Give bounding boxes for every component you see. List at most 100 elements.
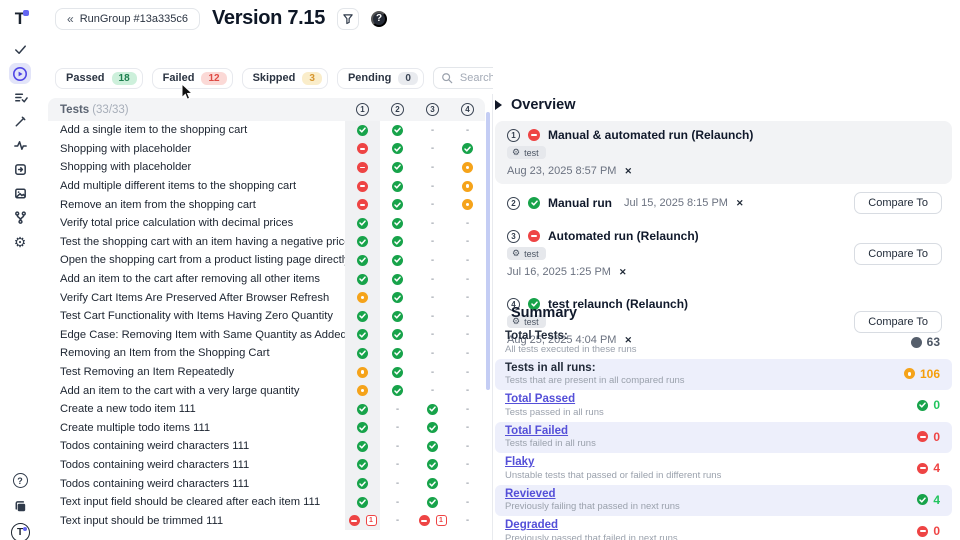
filter-chip-failed[interactable]: Failed12 [152,68,233,89]
test-status-cell[interactable]: - [450,404,485,415]
test-status-cell[interactable] [380,181,415,192]
test-row[interactable]: Todos containing weird characters 111-- [48,456,485,475]
test-status-cell[interactable] [345,307,380,326]
test-row[interactable]: Open the shopping cart from a product li… [48,251,485,270]
test-status-cell[interactable] [415,404,450,415]
filter-chip-passed[interactable]: Passed18 [55,68,143,89]
test-status-cell[interactable]: - [450,441,485,452]
compare-to-button[interactable]: Compare To [854,192,942,214]
test-status-cell[interactable] [345,400,380,419]
collapse-overview-icon[interactable] [495,100,502,110]
test-row[interactable]: Text input should be trimmed 1111-1- [48,511,485,530]
test-status-cell[interactable]: 1 [345,511,380,530]
test-status-cell[interactable] [380,199,415,210]
test-status-cell[interactable] [380,218,415,229]
test-status-cell[interactable] [380,162,415,173]
test-status-cell[interactable]: - [415,218,450,229]
test-status-cell[interactable]: - [415,367,450,378]
test-status-cell[interactable] [380,125,415,136]
filter-chip-pending[interactable]: Pending0 [337,68,424,89]
test-status-cell[interactable] [345,177,380,196]
compare-to-button[interactable]: Compare To [854,243,942,265]
test-status-cell[interactable]: - [380,497,415,508]
sidebar-item-image[interactable] [9,183,31,204]
test-status-cell[interactable]: - [450,348,485,359]
test-status-cell[interactable]: - [450,367,485,378]
sidebar-item-branch[interactable] [9,207,31,228]
test-status-cell[interactable]: - [415,143,450,154]
test-status-cell[interactable] [380,348,415,359]
help-nav-button[interactable]: ? [9,470,31,491]
sidebar-item-runs-play-circle[interactable] [9,63,31,84]
test-row[interactable]: Verify total price calculation with deci… [48,214,485,233]
test-status-cell[interactable] [345,437,380,456]
remove-run-icon[interactable]: ✕ [736,198,744,209]
test-status-cell[interactable] [450,181,485,192]
test-status-cell[interactable] [345,121,380,140]
sidebar-item-import-box[interactable] [9,159,31,180]
test-status-cell[interactable]: - [450,459,485,470]
test-status-cell[interactable] [345,214,380,233]
test-row[interactable]: Test the shopping cart with an item havi… [48,233,485,252]
test-status-cell[interactable]: - [450,292,485,303]
test-status-cell[interactable] [380,385,415,396]
test-status-cell[interactable]: - [415,311,450,322]
test-status-cell[interactable]: - [450,218,485,229]
test-status-cell[interactable] [380,274,415,285]
run-item[interactable]: 1Manual & automated run (Relaunch)⚙testA… [495,121,952,184]
left-pane-scrollbar[interactable] [486,112,490,390]
test-row[interactable]: Todos containing weird characters 111-- [48,474,485,493]
test-row[interactable]: Verify Cart Items Are Preserved After Br… [48,288,485,307]
help-button[interactable]: ? [371,11,387,27]
test-status-cell[interactable]: - [415,329,450,340]
test-status-cell[interactable] [345,493,380,512]
test-row[interactable]: Test Removing an Item Repeatedly-- [48,363,485,382]
projects-nav-button[interactable] [9,496,31,517]
test-status-cell[interactable] [380,292,415,303]
test-status-cell[interactable] [345,195,380,214]
test-status-cell[interactable]: - [450,497,485,508]
test-status-cell[interactable]: - [380,478,415,489]
test-status-cell[interactable]: - [450,236,485,247]
test-status-cell[interactable] [415,497,450,508]
test-row[interactable]: Text input field should be cleared after… [48,493,485,512]
test-status-cell[interactable] [345,456,380,475]
test-row[interactable]: Removing an Item from the Shopping Cart-… [48,344,485,363]
test-status-cell[interactable]: - [380,422,415,433]
test-row[interactable]: Add an item to the cart after removing a… [48,270,485,289]
test-status-cell[interactable] [345,140,380,159]
test-status-cell[interactable]: - [415,199,450,210]
sidebar-item-activity-pulse[interactable] [9,135,31,156]
summary-row[interactable]: Total FailedTests failed in all runs0 [495,422,952,454]
summary-row[interactable]: FlakyUnstable tests that passed or faile… [495,453,952,485]
test-status-cell[interactable]: - [450,385,485,396]
test-row[interactable]: Add an item to the cart with a very larg… [48,381,485,400]
test-status-cell[interactable]: - [380,515,415,526]
test-row[interactable]: Todos containing weird characters 111-- [48,437,485,456]
run-column-header[interactable]: 2 [380,103,415,116]
test-row[interactable]: Shopping with placeholder- [48,140,485,159]
summary-link[interactable]: Total Failed [505,425,596,437]
test-status-cell[interactable] [345,270,380,289]
test-status-cell[interactable]: - [380,404,415,415]
test-status-cell[interactable] [345,363,380,382]
filter-chip-skipped[interactable]: Skipped3 [242,68,328,89]
test-row[interactable]: Test Cart Functionality with Items Havin… [48,307,485,326]
sidebar-item-checklist[interactable] [9,87,31,108]
test-row[interactable]: Remove an item from the shopping cart- [48,195,485,214]
test-status-cell[interactable] [345,344,380,363]
remove-run-icon[interactable]: ✕ [619,267,627,278]
test-row[interactable]: Create a new todo item 111-- [48,400,485,419]
filter-funnel-button[interactable] [337,8,359,30]
test-status-cell[interactable]: - [450,125,485,136]
sidebar-item-settings-gear[interactable]: ⚙ [9,231,31,252]
test-row[interactable]: Add multiple different items to the shop… [48,177,485,196]
summary-link[interactable]: Revieved [505,488,680,500]
test-status-cell[interactable] [345,381,380,400]
app-logo[interactable]: T [15,8,25,32]
comment-badge-icon[interactable]: 1 [366,515,377,526]
test-status-cell[interactable]: - [380,441,415,452]
test-status-cell[interactable] [345,233,380,252]
summary-row[interactable]: DegradedPreviously passed that failed in… [495,516,952,540]
run-column-header[interactable]: 4 [450,103,485,116]
